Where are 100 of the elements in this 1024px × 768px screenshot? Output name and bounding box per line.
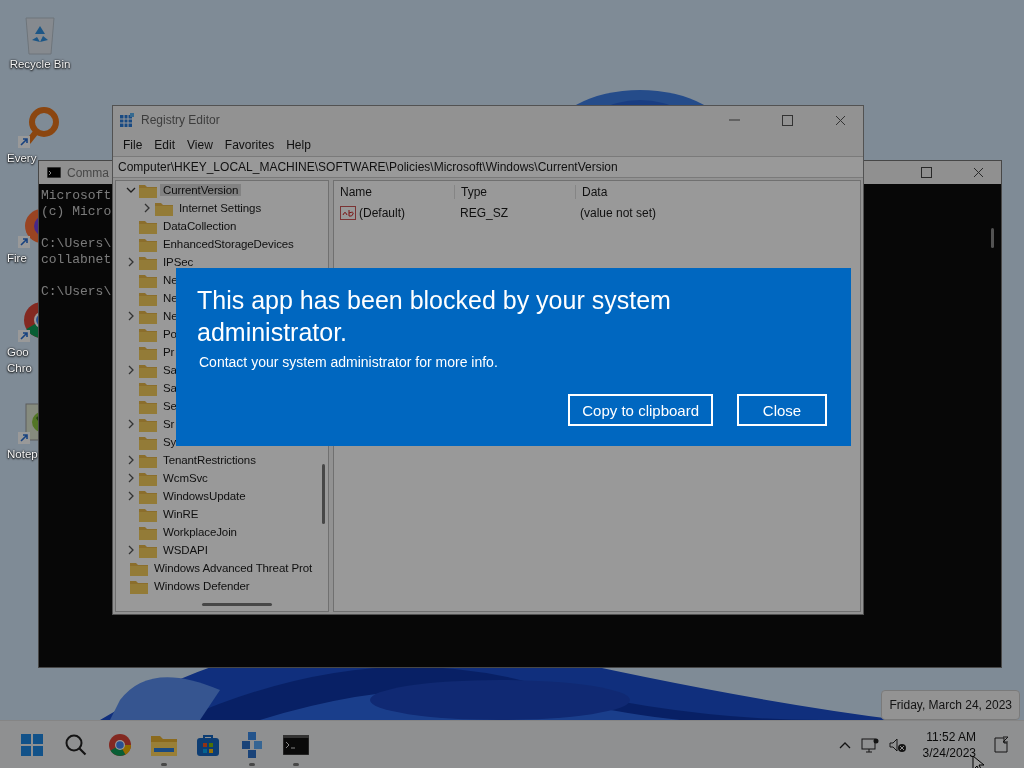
clock-time[interactable]: 11:52 AM xyxy=(926,729,976,745)
dialog-title: This app has been blocked by your system administrator. xyxy=(197,285,672,348)
scrollbar-thumb[interactable] xyxy=(202,602,272,606)
tree-item[interactable]: WorkplaceJoin xyxy=(160,526,240,538)
scrollbar-thumb[interactable] xyxy=(990,228,994,248)
chevron-right-icon[interactable] xyxy=(142,203,152,213)
chevron-right-icon[interactable] xyxy=(126,419,136,429)
folder-icon xyxy=(139,362,157,378)
column-header[interactable]: Name xyxy=(334,185,455,199)
menu-item[interactable]: Edit xyxy=(148,138,182,152)
console-icon xyxy=(47,167,61,178)
folder-icon[interactable] xyxy=(151,734,177,756)
chrome-icon[interactable] xyxy=(108,733,132,757)
chevron-right-icon[interactable] xyxy=(126,545,136,555)
tree-item[interactable]: Pr xyxy=(160,346,178,358)
menu-item[interactable]: View xyxy=(181,138,219,152)
folder-icon xyxy=(130,560,148,576)
tree-item[interactable]: Windows Defender xyxy=(151,580,253,592)
folder-icon xyxy=(139,182,157,198)
close-icon[interactable] xyxy=(972,167,984,178)
icon-label: Chro xyxy=(6,361,32,376)
folder-icon xyxy=(139,452,157,468)
date-label: Friday, March 24, 2023 xyxy=(889,698,1012,712)
folder-icon xyxy=(139,524,157,540)
chevron-right-icon[interactable] xyxy=(126,365,136,375)
console-line: Microsoft xyxy=(41,188,112,204)
tree-item[interactable]: WSDAPI xyxy=(160,544,211,556)
folder-icon xyxy=(139,506,157,522)
folder-icon xyxy=(139,416,157,432)
chevron-right-icon[interactable] xyxy=(126,455,136,465)
tree-item[interactable]: WcmSvc xyxy=(160,472,211,484)
tree-item[interactable]: Sy xyxy=(160,436,180,448)
tree-item[interactable]: Windows Advanced Threat Prot xyxy=(151,562,316,574)
folder-icon xyxy=(139,218,157,234)
folder-icon xyxy=(139,398,157,414)
maximize-icon[interactable] xyxy=(781,114,793,126)
chevron-right-icon[interactable] xyxy=(126,257,136,267)
folder-icon xyxy=(139,434,157,450)
column-header[interactable]: Type xyxy=(455,185,576,199)
chevron-right-icon[interactable] xyxy=(126,311,136,321)
menu-item[interactable]: Help xyxy=(280,138,317,152)
scrollbar-thumb[interactable] xyxy=(321,464,325,524)
folder-icon xyxy=(139,290,157,306)
menu-item[interactable]: File xyxy=(117,138,149,152)
tree-item[interactable]: WindowsUpdate xyxy=(160,490,249,502)
icon-label: Goo xyxy=(6,345,29,360)
maximize-icon[interactable] xyxy=(920,167,932,178)
tree-item[interactable]: Po xyxy=(160,328,180,340)
folder-icon xyxy=(139,254,157,270)
chevron-right-icon[interactable] xyxy=(126,473,136,483)
table-cell-text: REG_SZ xyxy=(459,206,509,220)
folder-icon xyxy=(139,344,157,360)
console-line: C:\Users\ xyxy=(41,284,112,300)
chevron-up-icon[interactable] xyxy=(838,741,851,749)
tree-item[interactable]: CurrentVersion xyxy=(160,184,242,196)
address-field[interactable]: Computer\HKEY_LOCAL_MACHINE\SOFTWARE\Policies\Microsoft\Windows\CurrentVersion xyxy=(113,156,863,178)
folder-icon xyxy=(139,470,157,486)
tree-item[interactable]: WinRE xyxy=(160,508,202,520)
table-cell-text: (value not set) xyxy=(579,206,658,220)
search-icon[interactable] xyxy=(64,733,88,757)
close-icon[interactable] xyxy=(834,114,846,126)
column-header[interactable]: Data xyxy=(576,185,696,199)
cubes-icon[interactable] xyxy=(240,732,264,758)
folder-icon xyxy=(139,380,157,396)
icon-label: Every xyxy=(6,151,37,166)
chevron-down-icon[interactable] xyxy=(126,185,136,195)
folder-icon xyxy=(155,200,173,216)
chevron-right-icon[interactable] xyxy=(126,491,136,501)
muted-speaker-icon[interactable] xyxy=(888,737,907,753)
tree-item[interactable]: IPSec xyxy=(160,256,197,268)
magnifier-icon[interactable] xyxy=(18,106,62,150)
folder-icon xyxy=(139,272,157,288)
tree-item[interactable]: Se xyxy=(160,400,180,412)
clock-date[interactable]: 3/24/2023 xyxy=(922,745,976,761)
console-line: collabnet xyxy=(41,252,112,268)
window-title: Comma xyxy=(67,165,109,180)
menu-item[interactable]: Favorites xyxy=(218,138,281,152)
folder-icon xyxy=(139,326,157,342)
dialog-button[interactable]: Copy to clipboard xyxy=(568,394,713,426)
folder-icon xyxy=(139,542,157,558)
console-line: C:\Users\ xyxy=(41,236,112,252)
folder-icon xyxy=(139,236,157,252)
shopping-bag-icon[interactable] xyxy=(196,733,220,757)
start-icon[interactable] xyxy=(20,733,44,757)
tree-item[interactable]: DataCollection xyxy=(160,220,240,232)
dialog-message: Contact your system administrator for more info. xyxy=(199,354,499,370)
tree-item[interactable]: EnhancedStorageDevices xyxy=(160,238,297,250)
folder-icon xyxy=(139,308,157,324)
console-line: (c) Micro xyxy=(41,204,112,220)
dialog-button[interactable]: Close xyxy=(737,394,827,426)
table-cell: (Default) xyxy=(359,206,405,220)
tree-item[interactable]: Sr xyxy=(160,418,178,430)
tree-item[interactable]: Sa xyxy=(160,364,180,376)
tree-item[interactable]: Sa xyxy=(160,382,180,394)
notification-icon[interactable] xyxy=(992,736,1010,754)
tree-item[interactable]: Internet Settings xyxy=(176,202,265,214)
network-icon[interactable] xyxy=(860,737,879,753)
string-value-icon xyxy=(340,206,356,220)
tree-item[interactable]: TenantRestrictions xyxy=(160,454,259,466)
icon-label: Notep xyxy=(6,447,38,462)
